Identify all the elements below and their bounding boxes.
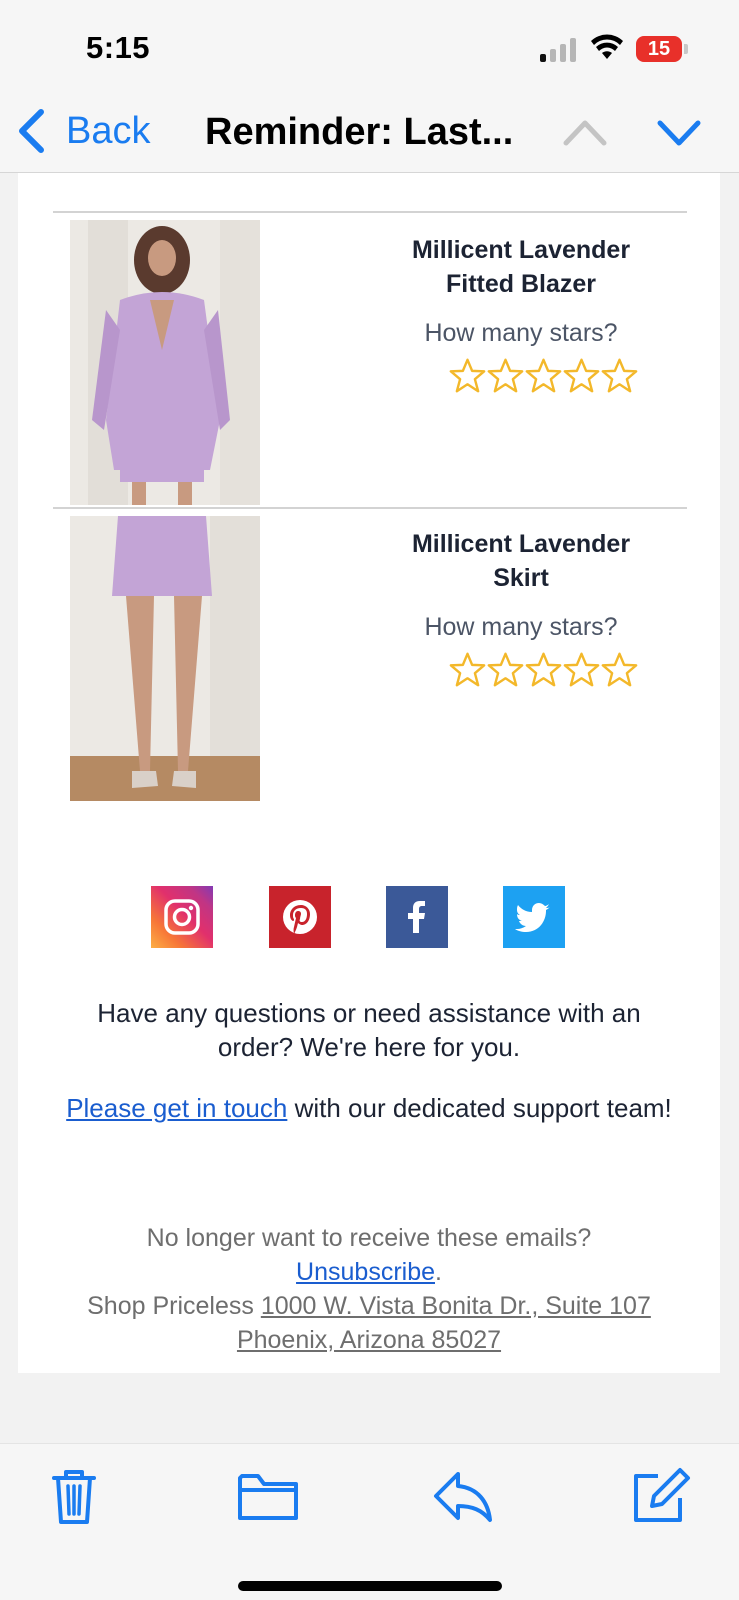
unsubscribe-period: .	[435, 1258, 442, 1286]
bottom-toolbar	[0, 1443, 739, 1600]
product-name-line1: Millicent Lavender	[411, 236, 631, 264]
compose-icon[interactable]	[628, 1464, 692, 1528]
star-icon[interactable]	[601, 651, 638, 688]
star-icon[interactable]	[525, 651, 562, 688]
battery-icon: 15	[636, 36, 688, 62]
pinterest-icon[interactable]	[269, 886, 331, 948]
product-name-line2: Fitted Blazer	[445, 270, 597, 298]
star-rating	[449, 357, 639, 397]
star-icon[interactable]	[601, 357, 638, 394]
star-icon[interactable]	[487, 651, 524, 688]
address-line2[interactable]: Phoenix, Arizona 85027	[237, 1326, 501, 1354]
status-time: 5:15	[86, 30, 151, 65]
star-icon[interactable]	[525, 357, 562, 394]
product-image-skirt[interactable]	[70, 516, 260, 801]
contact-rest-text: with our dedicated support team!	[287, 1093, 672, 1123]
email-body: Millicent Lavender Fitted Blazer How man…	[18, 173, 720, 1373]
email-subject-title: Reminder: Last...	[205, 111, 514, 153]
email-footer: No longer want to receive these emails? …	[58, 1221, 680, 1357]
star-icon[interactable]	[563, 357, 600, 394]
product-review-row: Millicent Lavender Skirt How many stars?	[53, 507, 687, 807]
wifi-icon	[591, 34, 623, 59]
back-button[interactable]: Back	[16, 103, 150, 159]
reply-icon[interactable]	[432, 1464, 496, 1528]
previous-message-chevron-up-icon[interactable]	[562, 113, 608, 151]
star-icon[interactable]	[563, 651, 600, 688]
cellular-signal-icon	[540, 38, 580, 62]
social-links	[151, 886, 571, 948]
stars-question: How many stars?	[424, 613, 618, 641]
product-name-line1: Millicent Lavender	[411, 530, 631, 558]
company-name: Shop Priceless	[87, 1292, 254, 1320]
star-icon[interactable]	[487, 357, 524, 394]
help-line1: Have any questions or need assistance wi…	[97, 998, 641, 1028]
facebook-icon[interactable]	[386, 886, 448, 948]
product-image-blazer[interactable]	[70, 220, 260, 505]
star-icon[interactable]	[449, 651, 486, 688]
home-indicator[interactable]	[238, 1581, 502, 1591]
star-rating	[449, 651, 639, 691]
help-text: Have any questions or need assistance wi…	[58, 996, 680, 1064]
address-line1[interactable]: 1000 W. Vista Bonita Dr., Suite 107	[261, 1292, 651, 1320]
star-icon[interactable]	[449, 357, 486, 394]
twitter-icon[interactable]	[503, 886, 565, 948]
stars-question: How many stars?	[424, 319, 618, 347]
back-label: Back	[66, 109, 151, 152]
navigation-bar: Back Reminder: Last...	[0, 95, 739, 173]
trash-icon[interactable]	[42, 1464, 106, 1528]
product-name: Millicent Lavender Skirt	[391, 527, 651, 595]
battery-level: 15	[647, 38, 671, 60]
chevron-left-icon	[19, 109, 44, 153]
next-message-chevron-down-icon[interactable]	[656, 113, 702, 151]
status-bar: 5:15 15	[0, 0, 739, 95]
help-line2: order? We're here for you.	[217, 1032, 521, 1062]
instagram-icon[interactable]	[151, 886, 213, 948]
product-name-line2: Skirt	[493, 564, 549, 592]
product-name: Millicent Lavender Fitted Blazer	[391, 233, 651, 301]
folder-icon[interactable]	[236, 1464, 300, 1528]
product-review-row: Millicent Lavender Fitted Blazer How man…	[53, 211, 687, 507]
unsubscribe-link[interactable]: Unsubscribe	[296, 1258, 435, 1286]
unsubscribe-question: No longer want to receive these emails?	[146, 1224, 592, 1252]
get-in-touch-link[interactable]: Please get in touch	[66, 1093, 287, 1123]
contact-text: Please get in touch with our dedicated s…	[58, 1091, 680, 1125]
